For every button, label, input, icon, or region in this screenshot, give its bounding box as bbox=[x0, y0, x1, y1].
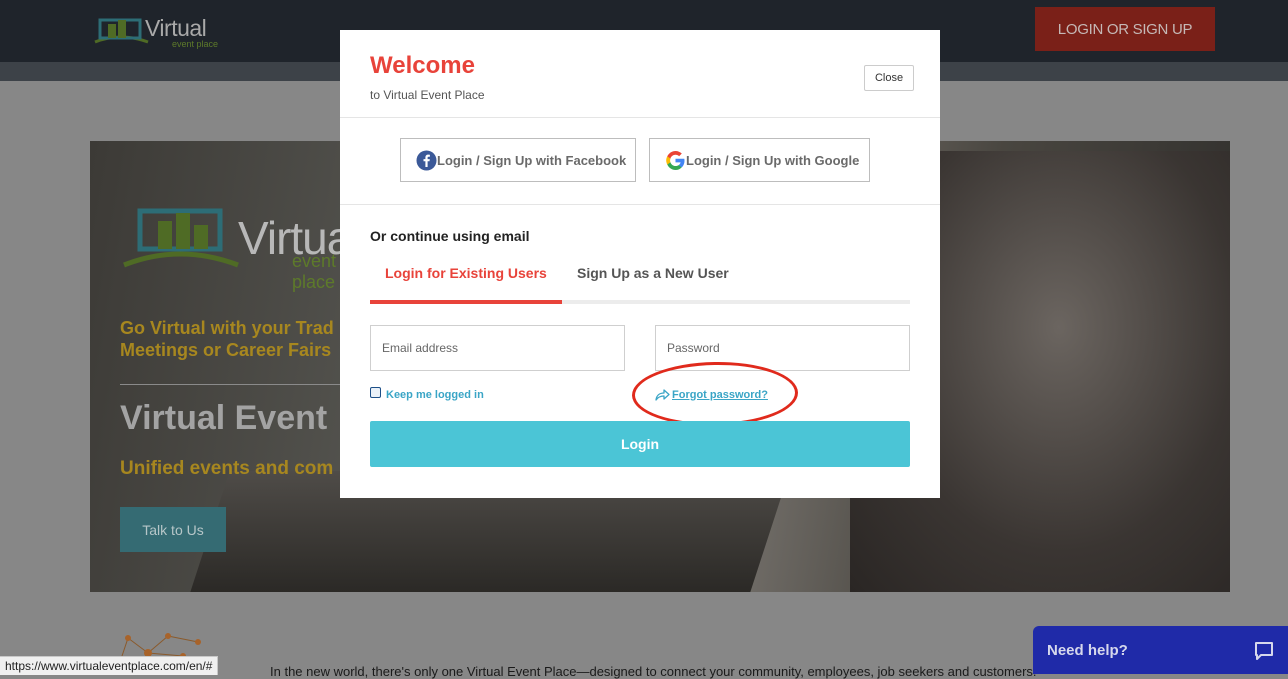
email-field[interactable] bbox=[370, 325, 625, 371]
keep-logged-in-label[interactable]: Keep me logged in bbox=[386, 389, 484, 401]
modal-title: Welcome bbox=[370, 52, 475, 79]
email-section-heading: Or continue using email bbox=[370, 228, 530, 244]
logo-text: Virtual bbox=[145, 15, 207, 41]
google-icon bbox=[666, 150, 685, 170]
close-button[interactable]: Close bbox=[864, 65, 914, 91]
hero-tagline: Go Virtual with your Trad Meetings or Ca… bbox=[120, 318, 334, 360]
intro-paragraph: In the new world, there's only one Virtu… bbox=[270, 664, 1037, 679]
login-signup-button[interactable]: LOGIN OR SIGN UP bbox=[1035, 7, 1215, 51]
need-help-widget[interactable]: Need help? bbox=[1033, 626, 1288, 674]
logo-subtext: event place bbox=[172, 39, 219, 49]
need-help-label: Need help? bbox=[1047, 642, 1128, 659]
site-logo[interactable]: Virtual event place bbox=[90, 8, 230, 54]
tab-login-existing[interactable]: Login for Existing Users bbox=[385, 265, 547, 281]
status-bar-url: https://www.virtualeventplace.com/en/# bbox=[0, 656, 219, 675]
keep-logged-in-checkbox[interactable] bbox=[370, 387, 381, 398]
hero-subtitle: Unified events and com bbox=[120, 458, 334, 479]
hero-divider bbox=[120, 384, 340, 385]
facebook-icon bbox=[416, 150, 437, 170]
facebook-login-label: Login / Sign Up with Facebook bbox=[437, 152, 627, 168]
tab-signup-new[interactable]: Sign Up as a New User bbox=[577, 265, 729, 281]
login-button[interactable]: Login bbox=[370, 421, 910, 467]
logo-building-icon bbox=[94, 18, 149, 44]
facebook-login-button[interactable]: Login / Sign Up with Facebook bbox=[400, 138, 636, 182]
hero-title: Virtual Event bbox=[120, 399, 328, 437]
chat-icon bbox=[1255, 642, 1273, 660]
logo-building-icon bbox=[123, 208, 239, 268]
google-login-button[interactable]: Login / Sign Up with Google bbox=[649, 138, 870, 182]
header-divider bbox=[340, 117, 940, 118]
tab-active-indicator bbox=[370, 300, 562, 304]
hero-logo: Virtual event place bbox=[120, 203, 362, 292]
talk-to-us-button[interactable]: Talk to Us bbox=[120, 507, 226, 552]
login-modal: Welcome to Virtual Event Place Close Log… bbox=[340, 30, 940, 498]
google-login-label: Login / Sign Up with Google bbox=[686, 152, 860, 168]
modal-subtitle: to Virtual Event Place bbox=[370, 88, 485, 102]
social-divider bbox=[340, 204, 940, 205]
